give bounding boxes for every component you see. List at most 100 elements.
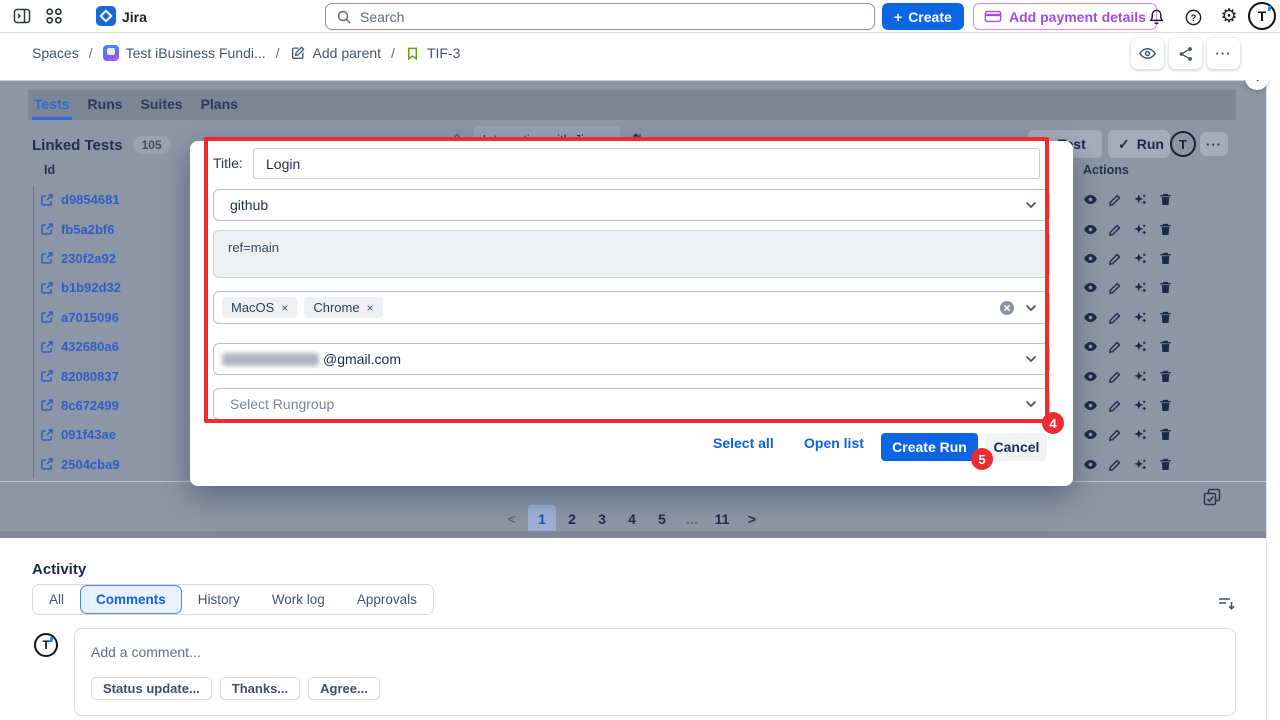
view-eye-icon[interactable] [1083, 310, 1098, 325]
assignee-email-select[interactable]: @gmail.com [213, 343, 1050, 375]
edit-pencil-icon[interactable] [1108, 398, 1123, 413]
delete-trash-icon[interactable] [1158, 398, 1173, 413]
test-id-link[interactable]: a7015096 [40, 303, 190, 332]
ai-sparkles-icon[interactable] [1133, 369, 1148, 384]
delete-trash-icon[interactable] [1158, 280, 1173, 295]
breadcrumb-issue-key[interactable]: TIF-3 [405, 45, 460, 61]
gadget-tab[interactable]: Runs [86, 90, 125, 120]
multi-select-icon[interactable] [1202, 487, 1222, 507]
view-eye-icon[interactable] [1083, 251, 1098, 266]
test-id-link[interactable]: 82080837 [40, 361, 190, 390]
view-eye-icon[interactable] [1083, 280, 1098, 295]
create-run-button[interactable]: Create Run [881, 433, 978, 461]
edit-pencil-icon[interactable] [1108, 222, 1123, 237]
delete-trash-icon[interactable] [1158, 457, 1173, 472]
remove-tag-icon[interactable]: × [281, 301, 288, 315]
app-switcher-icon[interactable] [44, 6, 64, 26]
actions-row [1083, 185, 1173, 214]
view-eye-icon[interactable] [1083, 369, 1098, 384]
repo-select[interactable]: github [213, 189, 1050, 221]
open-list-link[interactable]: Open list [804, 435, 864, 451]
ai-sparkles-icon[interactable] [1133, 339, 1148, 354]
env-tags-field[interactable]: MacOS × Chrome × [213, 291, 1050, 324]
notifications-bell-icon[interactable] [1146, 7, 1166, 27]
view-eye-icon[interactable] [1083, 457, 1098, 472]
ai-sparkles-icon[interactable] [1133, 222, 1148, 237]
test-id-link[interactable]: 8c672499 [40, 391, 190, 420]
share-button[interactable] [1169, 38, 1202, 69]
delete-trash-icon[interactable] [1158, 310, 1173, 325]
pagination-item[interactable]: < [498, 505, 526, 533]
edit-pencil-icon[interactable] [1108, 427, 1123, 442]
edit-pencil-icon[interactable] [1108, 339, 1123, 354]
more-actions-button[interactable]: ··· [1207, 38, 1240, 69]
view-eye-icon[interactable] [1083, 427, 1098, 442]
ai-sparkles-icon[interactable] [1133, 457, 1148, 472]
test-id-link[interactable]: 2504cba9 [40, 450, 190, 479]
ai-sparkles-icon[interactable] [1133, 280, 1148, 295]
jira-logo[interactable] [96, 6, 116, 26]
edit-pencil-icon[interactable] [1108, 310, 1123, 325]
watch-eye-button[interactable] [1131, 38, 1164, 69]
run-button[interactable]: ✓ Run [1108, 130, 1170, 158]
breadcrumb-add-parent[interactable]: Add parent [290, 45, 382, 61]
delete-trash-icon[interactable] [1158, 339, 1173, 354]
edit-pencil-icon[interactable] [1108, 457, 1123, 472]
delete-trash-icon[interactable] [1158, 192, 1173, 207]
test-id-link[interactable]: 432680a6 [40, 332, 190, 361]
run-title-input[interactable] [253, 148, 1040, 179]
user-avatar[interactable]: T [1248, 2, 1276, 30]
test-id-link[interactable]: 230f2a92 [40, 244, 190, 273]
gadget-tab[interactable]: Tests [32, 90, 72, 120]
help-icon[interactable]: ? [1183, 7, 1203, 27]
search-bar[interactable] [325, 3, 875, 30]
pagination-item[interactable]: 4 [618, 505, 646, 533]
ref-textarea[interactable]: ref=main [213, 230, 1050, 278]
view-eye-icon[interactable] [1083, 339, 1098, 354]
pagination-item[interactable]: ... [678, 505, 706, 533]
edit-pencil-icon[interactable] [1108, 251, 1123, 266]
pagination-item[interactable]: 2 [558, 505, 586, 533]
view-eye-icon[interactable] [1083, 398, 1098, 413]
testomatio-logo[interactable]: T [1170, 131, 1196, 157]
test-id-link[interactable]: d9854681 [40, 185, 190, 214]
ai-sparkles-icon[interactable] [1133, 310, 1148, 325]
edit-pencil-icon[interactable] [1108, 280, 1123, 295]
test-id-link[interactable]: b1b92d32 [40, 273, 190, 302]
select-all-link[interactable]: Select all [713, 435, 774, 451]
pagination-item[interactable]: 1 [528, 505, 556, 533]
delete-trash-icon[interactable] [1158, 369, 1173, 384]
edit-pencil-icon[interactable] [1108, 369, 1123, 384]
chevron-down-icon[interactable] [1025, 304, 1037, 312]
search-input[interactable] [360, 9, 864, 25]
settings-gear-icon[interactable]: ⚙ [1218, 5, 1240, 27]
breadcrumb-space[interactable]: Test iBusiness Fundi... [103, 45, 266, 61]
gadget-tab[interactable]: Suites [139, 90, 185, 120]
gadget-tab[interactable]: Plans [199, 90, 240, 120]
ai-sparkles-icon[interactable] [1133, 192, 1148, 207]
remove-tag-icon[interactable]: × [367, 301, 374, 315]
rungroup-select[interactable]: Select Rungroup [213, 388, 1050, 420]
pagination-item[interactable]: 3 [588, 505, 616, 533]
ai-sparkles-icon[interactable] [1133, 251, 1148, 266]
edit-pencil-icon[interactable] [1108, 192, 1123, 207]
delete-trash-icon[interactable] [1158, 222, 1173, 237]
pagination-item[interactable]: > [738, 505, 766, 533]
breadcrumb-spaces[interactable]: Spaces [32, 45, 79, 61]
cancel-button[interactable]: Cancel [986, 433, 1047, 461]
ai-sparkles-icon[interactable] [1133, 427, 1148, 442]
view-eye-icon[interactable] [1083, 192, 1098, 207]
clear-all-icon[interactable] [999, 300, 1015, 316]
add-payment-details-button[interactable]: Add payment details [973, 3, 1157, 30]
sidebar-toggle-icon[interactable] [12, 6, 32, 26]
test-id-link[interactable]: 091f43ae [40, 420, 190, 449]
pagination-item[interactable]: 11 [708, 505, 736, 533]
test-id-link[interactable]: fb5a2bf6 [40, 214, 190, 243]
ai-sparkles-icon[interactable] [1133, 398, 1148, 413]
create-button[interactable]: + Create [882, 3, 964, 30]
gadget-more-icon[interactable]: ··· [1200, 132, 1228, 156]
delete-trash-icon[interactable] [1158, 427, 1173, 442]
delete-trash-icon[interactable] [1158, 251, 1173, 266]
pagination-item[interactable]: 5 [648, 505, 676, 533]
view-eye-icon[interactable] [1083, 222, 1098, 237]
